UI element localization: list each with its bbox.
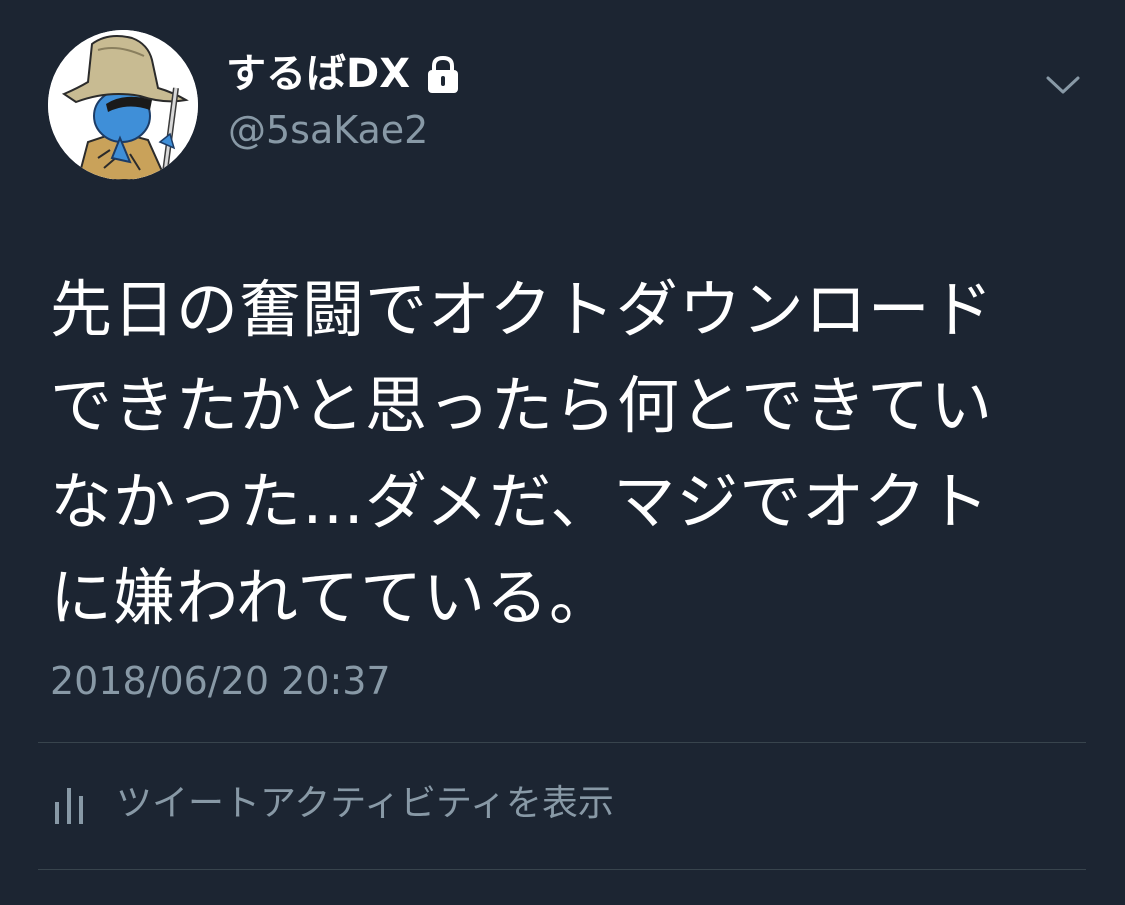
user-handle[interactable]: @5saKae2	[228, 106, 428, 154]
tweet-activity-link[interactable]: ツイートアクティビティを表示	[52, 778, 614, 830]
tweet-text: 先日の奮闘でオクトダウンロード できたかと思ったら何とできてい なかった…ダメだ…	[50, 273, 994, 634]
display-name-row[interactable]: するばDX	[226, 48, 462, 100]
tweet-menu-button[interactable]	[1040, 62, 1086, 108]
tweet-activity-label[interactable]: ツイートアクティビティを表示	[116, 780, 614, 828]
avatar[interactable]	[48, 30, 198, 180]
tweet-timestamp[interactable]: 2018/06/20 20:37	[50, 656, 391, 706]
lock-icon	[424, 55, 462, 95]
avatar-illustration	[48, 30, 198, 180]
chevron-down-icon	[1046, 76, 1080, 94]
display-name[interactable]: するばDX	[226, 48, 410, 100]
bar-chart-icon	[55, 788, 83, 824]
divider	[38, 869, 1086, 870]
divider	[38, 742, 1086, 743]
